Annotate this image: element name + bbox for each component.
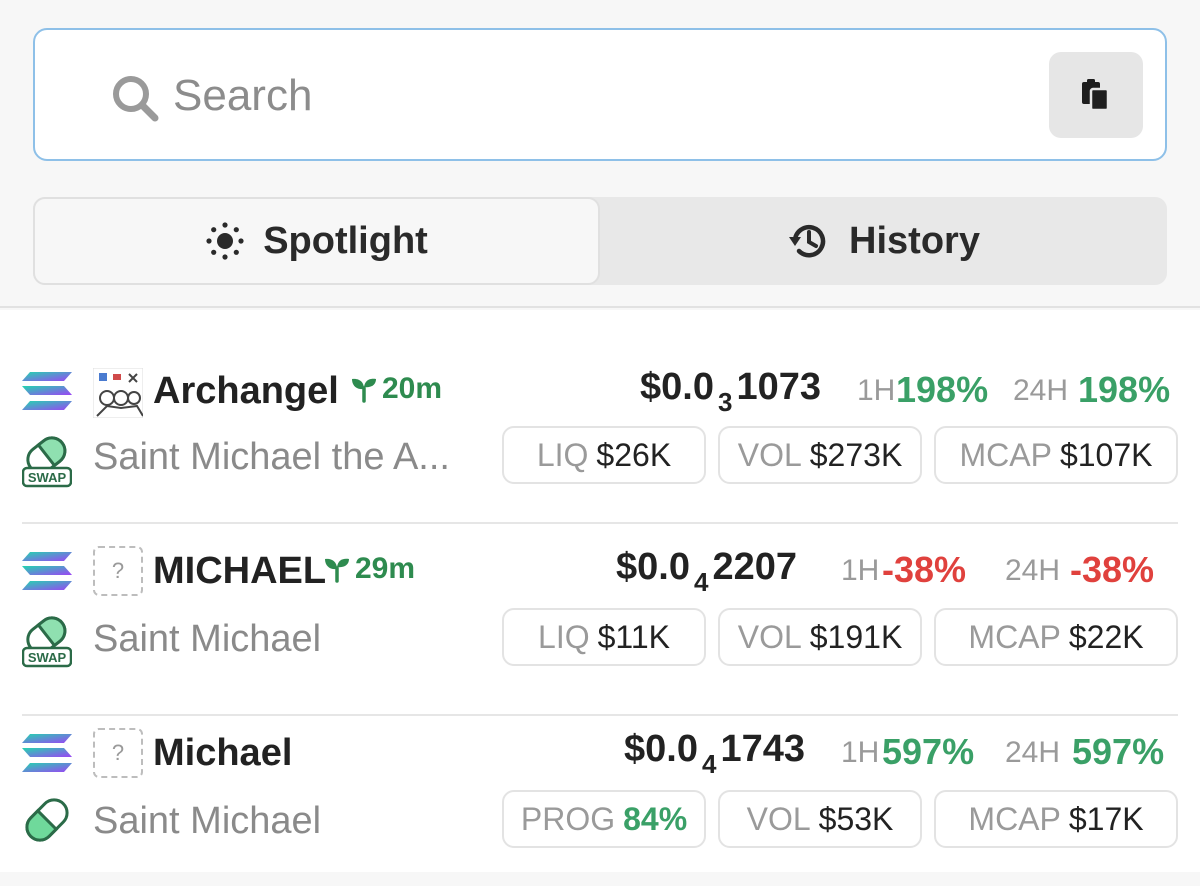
header-area: Spotlight History — [0, 0, 1200, 308]
change-24h-value: -38% — [1070, 549, 1155, 590]
price-digits: 1743 — [720, 728, 805, 770]
solana-icon — [22, 734, 72, 772]
stat-value: $191K — [809, 618, 903, 655]
token-full-name: Saint Michael — [93, 618, 322, 660]
change-1h-value: 597% — [882, 731, 975, 772]
change-24h-label: 24H — [1005, 554, 1061, 587]
price-zero-count: 4 — [693, 567, 709, 597]
token-age: 29m — [323, 552, 415, 586]
price-prefix: $0.0 — [624, 728, 698, 770]
stat-value: $53K — [818, 800, 894, 837]
token-full-name: Saint Michael the A... — [93, 436, 450, 478]
clipboard-icon — [1082, 79, 1110, 112]
stat-pill-liq: LIQ $26K — [502, 426, 706, 484]
stat-pill-progress: PROG 84% — [502, 790, 706, 848]
token-price: $0.0 4 1743 — [624, 728, 805, 779]
token-row[interactable]: Archangel 20m $0.0 3 1073 1H 198% 24H 198%… — [0, 340, 1200, 524]
pill-icon — [25, 798, 69, 842]
change-24h-value: 597% — [1072, 731, 1165, 772]
change-1h-label: 1H — [841, 554, 880, 587]
tab-history-label: History — [849, 219, 980, 262]
search-icon — [113, 76, 159, 122]
svg-text:SWAP: SWAP — [28, 470, 67, 485]
stat-label: PROG — [520, 800, 616, 837]
token-row[interactable]: ? MICHAEL 29m $0.0 4 2207 1H -38% 24H -38%… — [0, 522, 1200, 716]
stat-pill-mcap: MCAP $107K — [934, 426, 1178, 484]
stat-label: MCAP — [959, 436, 1052, 473]
token-age-value: 29m — [355, 552, 416, 585]
stat-label: MCAP — [968, 618, 1061, 655]
stat-value: $17K — [1068, 800, 1144, 837]
token-price: $0.0 4 2207 — [616, 546, 797, 597]
sprout-icon — [352, 378, 376, 403]
stat-label: VOL — [746, 800, 811, 837]
price-prefix: $0.0 — [640, 366, 714, 408]
token-age: 20m — [350, 372, 442, 406]
unknown-image-icon: ? — [93, 728, 143, 778]
stat-label: LIQ — [538, 618, 590, 655]
stat-value: $11K — [597, 618, 670, 655]
change-24h-value: 198% — [1078, 369, 1171, 410]
token-image-icon — [93, 368, 143, 418]
change-1h-value: 198% — [896, 369, 989, 410]
stat-value: 84% — [623, 800, 688, 837]
token-list: Archangel 20m $0.0 3 1073 1H 198% 24H 198%… — [0, 310, 1200, 872]
change-1h-label: 1H — [841, 736, 880, 769]
solana-icon — [22, 372, 72, 410]
token-row[interactable]: ? Michael $0.0 4 1743 1H 597% 24H 597% Sai… — [0, 704, 1200, 886]
price-digits: 1073 — [736, 366, 821, 408]
history-icon — [789, 224, 826, 258]
change-1h-value: -38% — [882, 549, 967, 590]
token-price: $0.0 3 1073 — [640, 366, 821, 417]
stat-value: $22K — [1068, 618, 1144, 655]
search-input[interactable] — [173, 60, 1033, 132]
stat-label: VOL — [737, 436, 802, 473]
unknown-image-icon: ? — [93, 546, 143, 596]
change-1h-label: 1H — [857, 374, 896, 407]
change-24h-label: 24H — [1005, 736, 1061, 769]
stat-label: LIQ — [536, 436, 589, 473]
change-24h-label: 24H — [1013, 374, 1069, 407]
tab-bar: Spotlight History — [33, 197, 1167, 285]
stat-pill-mcap: MCAP $22K — [934, 608, 1178, 666]
tab-spotlight-label: Spotlight — [263, 219, 428, 262]
token-ticker: Archangel — [153, 370, 339, 412]
stat-value: $107K — [1059, 436, 1153, 473]
stat-label: MCAP — [968, 800, 1061, 837]
stat-pill-liq: LIQ $11K — [502, 608, 706, 666]
stat-pill-mcap: MCAP $17K — [934, 790, 1178, 848]
swap-pill-icon: SWAP — [22, 616, 72, 668]
swap-pill-icon: SWAP — [22, 436, 72, 488]
stat-label: VOL — [737, 618, 802, 655]
sprout-icon — [325, 558, 349, 583]
price-prefix: $0.0 — [616, 546, 690, 588]
tab-history[interactable]: History — [600, 197, 1167, 285]
token-ticker: MICHAEL — [153, 550, 327, 592]
token-age-value: 20m — [382, 372, 443, 405]
stat-value: $26K — [596, 436, 672, 473]
stat-value: $273K — [809, 436, 903, 473]
price-digits: 2207 — [712, 546, 797, 588]
token-full-name: Saint Michael — [93, 800, 322, 842]
paste-button[interactable] — [1049, 52, 1143, 138]
price-zero-count: 3 — [717, 387, 733, 417]
token-ticker: Michael — [153, 732, 293, 774]
stat-pill-vol: VOL $273K — [718, 426, 922, 484]
search-box[interactable] — [33, 28, 1167, 161]
sun-icon — [206, 222, 244, 260]
stat-pill-vol: VOL $191K — [718, 608, 922, 666]
price-zero-count: 4 — [701, 749, 717, 779]
solana-icon — [22, 552, 72, 590]
tab-spotlight[interactable]: Spotlight — [33, 197, 600, 285]
svg-text:SWAP: SWAP — [28, 650, 67, 665]
stat-pill-vol: VOL $53K — [718, 790, 922, 848]
